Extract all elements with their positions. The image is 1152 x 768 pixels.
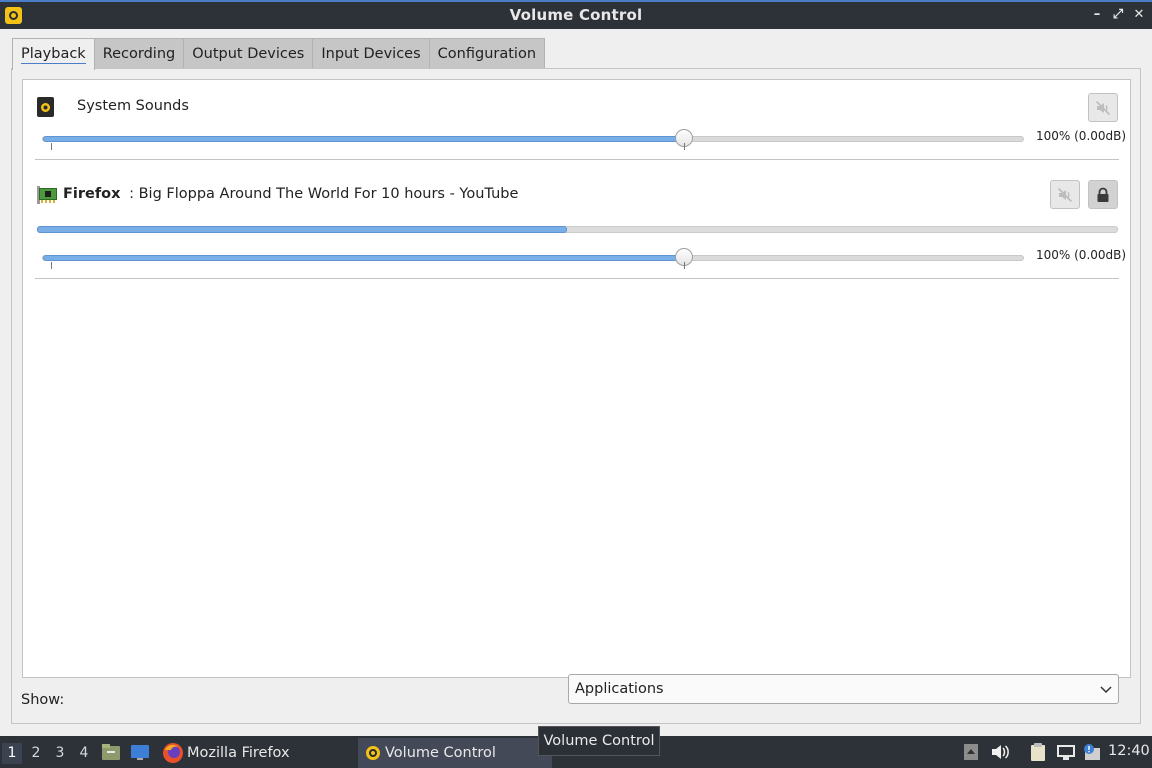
main-window: Playback Recording Output Devices Input … bbox=[0, 29, 1152, 736]
stream-firefox: Firefox : Big Floppa Around The World Fo… bbox=[23, 160, 1130, 280]
volume-control-icon bbox=[366, 746, 380, 760]
clipboard-icon[interactable] bbox=[1028, 742, 1048, 762]
minimize-button[interactable]: – bbox=[1088, 5, 1106, 25]
volume-label: 100% (0.00dB) bbox=[1036, 129, 1127, 143]
slider-tick-100 bbox=[683, 143, 685, 150]
stream-app-name: Firefox bbox=[63, 186, 121, 202]
tab-input-devices[interactable]: Input Devices bbox=[312, 38, 430, 69]
slider-tick-min bbox=[51, 143, 52, 150]
task-label: Mozilla Firefox bbox=[187, 745, 290, 761]
workspace-3[interactable]: 3 bbox=[50, 743, 70, 764]
workspace-1[interactable]: 1 bbox=[2, 743, 22, 764]
network-icon[interactable] bbox=[1055, 742, 1077, 762]
lock-channels-button[interactable] bbox=[1088, 180, 1118, 209]
speaker-icon bbox=[37, 97, 54, 117]
mute-icon bbox=[1095, 100, 1111, 115]
task-volume-control[interactable]: Volume Control bbox=[358, 738, 552, 768]
stream-title: Firefox : Big Floppa Around The World Fo… bbox=[63, 186, 518, 202]
file-manager-icon[interactable] bbox=[100, 742, 122, 762]
slider-tick-100 bbox=[683, 262, 685, 269]
peak-level-fill bbox=[37, 226, 567, 233]
stream-name: System Sounds bbox=[77, 98, 189, 114]
desktop-icon[interactable] bbox=[129, 742, 151, 762]
volume-slider-fill bbox=[43, 255, 685, 261]
volume-slider-fill bbox=[43, 136, 685, 142]
clock: 12:40 bbox=[1108, 743, 1150, 759]
stream-media-name: : Big Floppa Around The World For 10 hou… bbox=[129, 186, 519, 202]
volume-slider[interactable] bbox=[42, 255, 1024, 261]
tab-recording[interactable]: Recording bbox=[93, 38, 185, 69]
peak-level-meter bbox=[37, 226, 1118, 233]
tab-configuration[interactable]: Configuration bbox=[428, 38, 546, 69]
volume-icon[interactable] bbox=[990, 742, 1010, 762]
playback-panel: System Sounds 100% (0.00dB) Firefox: Bi… bbox=[11, 68, 1141, 724]
tab-playback[interactable]: Playback bbox=[12, 38, 95, 70]
stream-separator bbox=[35, 278, 1119, 279]
task-label: Volume Control bbox=[385, 745, 496, 761]
sound-card-icon bbox=[37, 186, 57, 204]
workspace-2[interactable]: 2 bbox=[26, 743, 46, 764]
firefox-icon bbox=[163, 743, 183, 763]
tray-up-arrow-icon[interactable] bbox=[962, 742, 980, 762]
workspace-4[interactable]: 4 bbox=[74, 743, 94, 764]
task-mozilla-firefox[interactable]: Mozilla Firefox bbox=[159, 738, 352, 768]
lock-icon bbox=[1097, 187, 1109, 202]
tooltip: Volume Control bbox=[538, 726, 660, 756]
tab-output-devices[interactable]: Output Devices bbox=[183, 38, 314, 69]
stream-list[interactable]: System Sounds 100% (0.00dB) Firefox: Bi… bbox=[22, 79, 1131, 678]
show-filter-value: Applications bbox=[575, 681, 664, 697]
volume-label: 100% (0.00dB) bbox=[1036, 248, 1127, 262]
window-title: Volume Control bbox=[509, 6, 643, 24]
stream-system-sounds: System Sounds 100% (0.00dB) bbox=[23, 80, 1130, 160]
mute-button[interactable] bbox=[1088, 93, 1118, 122]
chevron-down-icon bbox=[1100, 686, 1112, 694]
show-filter-dropdown[interactable]: Applications bbox=[568, 674, 1119, 704]
show-label: Show: bbox=[21, 692, 65, 708]
mute-icon bbox=[1057, 187, 1073, 202]
notification-icon[interactable] bbox=[1081, 742, 1103, 762]
volume-slider[interactable] bbox=[42, 136, 1024, 142]
title-bar[interactable]: Volume Control – ⤢ ✕ bbox=[0, 0, 1152, 29]
maximize-button[interactable]: ⤢ bbox=[1109, 5, 1127, 25]
mute-button[interactable] bbox=[1050, 180, 1080, 209]
close-button[interactable]: ✕ bbox=[1130, 5, 1148, 25]
slider-tick-min bbox=[51, 262, 52, 269]
tab-bar: Playback Recording Output Devices Input … bbox=[12, 38, 546, 70]
